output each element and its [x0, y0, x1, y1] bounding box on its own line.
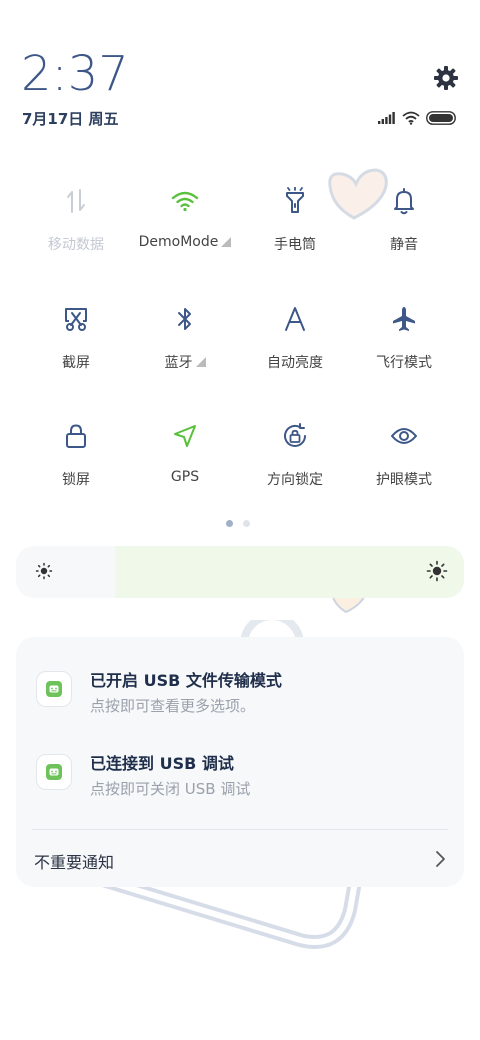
tile-label: 方向锁定	[267, 472, 323, 488]
android-icon	[36, 671, 72, 707]
lock-icon	[61, 421, 91, 451]
tile-wifi[interactable]: DemoMode	[130, 186, 240, 276]
tile-lock-screen[interactable]: 锁屏	[21, 421, 131, 511]
notification-panel: 已开启 USB 文件传输模式 点按即可查看更多选项。 已连接到 USB 调试 点…	[16, 637, 464, 887]
tile-label: GPS	[170, 469, 200, 485]
tile-label: 静音	[390, 237, 418, 253]
page-indicator	[226, 520, 250, 527]
tile-rotation-lock[interactable]: 方向锁定	[240, 421, 350, 511]
status-icons	[378, 109, 456, 127]
screenshot-icon	[61, 304, 91, 334]
auto-brightness-icon	[280, 304, 310, 334]
brightness-level-fill	[115, 546, 464, 598]
wifi-icon	[170, 186, 200, 216]
page-dot-active[interactable]	[226, 520, 233, 527]
page-dot[interactable]	[243, 520, 250, 527]
less-important-label: 不重要通知	[34, 853, 115, 872]
eye-icon	[389, 421, 419, 451]
tile-eye-protection[interactable]: 护眼模式	[349, 421, 459, 511]
airplane-icon	[389, 304, 419, 334]
tile-label: 截屏	[62, 355, 90, 371]
gps-icon	[170, 421, 200, 451]
expand-triangle-icon	[195, 357, 206, 367]
notification-subtitle: 点按即可查看更多选项。	[90, 697, 256, 715]
tile-auto-brightness[interactable]: 自动亮度	[240, 304, 350, 394]
tile-label: 护眼模式	[376, 472, 432, 488]
notification-usb-debugging[interactable]: 已连接到 USB 调试 点按即可关闭 USB 调试	[36, 746, 436, 806]
bell-icon	[389, 186, 419, 216]
tile-mobile-data[interactable]: 移动数据	[21, 186, 131, 276]
mobile-data-icon	[61, 186, 91, 216]
brightness-slider[interactable]	[16, 546, 464, 598]
tile-label: DemoMode	[139, 234, 232, 250]
expand-triangle-icon	[221, 237, 232, 247]
tile-label: 飞行模式	[376, 355, 432, 371]
android-icon	[36, 754, 72, 790]
tile-label: 锁屏	[62, 472, 90, 488]
gear-icon[interactable]	[432, 64, 460, 92]
divider	[32, 829, 448, 830]
notification-subtitle: 点按即可关闭 USB 调试	[90, 780, 251, 798]
date[interactable]: 7月17日 周五	[22, 108, 119, 129]
tile-bluetooth[interactable]: 蓝牙	[130, 304, 240, 394]
rotation-lock-icon	[280, 421, 310, 451]
brightness-low-icon	[35, 562, 53, 580]
bluetooth-icon	[170, 304, 200, 334]
tile-label: 移动数据	[48, 237, 104, 253]
battery-icon	[426, 111, 456, 125]
wifi-status-icon	[402, 111, 420, 125]
tile-screenshot[interactable]: 截屏	[21, 304, 131, 394]
less-important-notifications-button[interactable]: 不重要通知	[34, 845, 448, 875]
tile-flashlight[interactable]: 手电筒	[240, 186, 350, 276]
chevron-right-icon	[436, 851, 445, 867]
brightness-high-icon	[426, 560, 448, 582]
clock[interactable]: 2:37	[21, 46, 129, 102]
tile-gps[interactable]: GPS	[130, 421, 240, 511]
tile-silent[interactable]: 静音	[349, 186, 459, 276]
tile-label: 蓝牙	[165, 352, 206, 372]
tile-label: 自动亮度	[267, 355, 323, 371]
notification-title: 已连接到 USB 调试	[90, 754, 234, 773]
tile-label: 手电筒	[274, 237, 316, 253]
signal-icon	[378, 112, 395, 124]
flashlight-icon	[280, 186, 310, 216]
notification-usb-file-transfer[interactable]: 已开启 USB 文件传输模式 点按即可查看更多选项。	[36, 663, 436, 723]
tile-airplane-mode[interactable]: 飞行模式	[349, 304, 459, 394]
notification-title: 已开启 USB 文件传输模式	[90, 671, 282, 690]
